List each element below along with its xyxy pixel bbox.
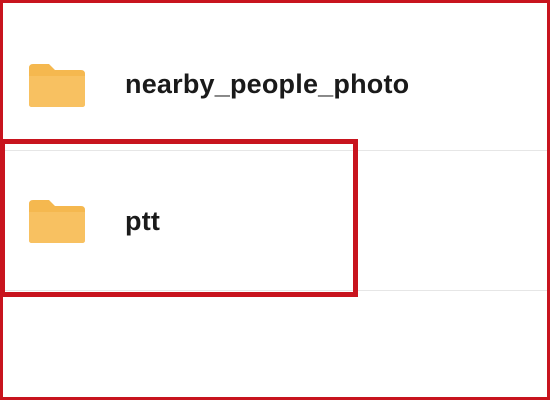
list-divider	[3, 290, 547, 291]
folder-icon	[29, 64, 85, 107]
folder-item-ptt[interactable]: ptt	[3, 153, 547, 289]
folder-name: nearby_people_photo	[125, 69, 410, 99]
folder-icon	[29, 200, 85, 243]
folder-name: ptt	[125, 206, 161, 236]
folder-list: nearby_people_photo ptt	[0, 3, 547, 397]
folder-item-nearby-people-photo[interactable]: nearby_people_photo	[3, 15, 547, 151]
